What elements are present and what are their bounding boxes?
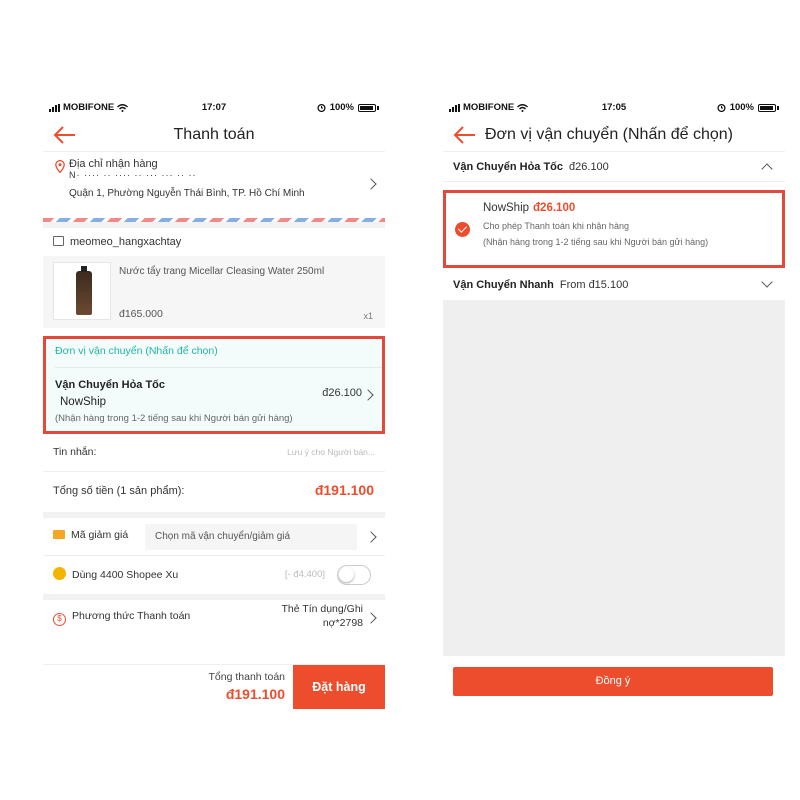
shipping-method: Vận Chuyển Hỏa Tốc xyxy=(55,379,166,391)
chevron-down-icon xyxy=(761,276,773,288)
chevron-right-icon xyxy=(365,612,377,624)
order-total-row: Tổng số tiền (1 sản phẩm): đ191.100 xyxy=(43,472,385,512)
payment-value-line2: nợ*2798 xyxy=(322,617,363,629)
chevron-up-icon xyxy=(761,163,773,175)
fast-shipping-price: From đ15.100 xyxy=(559,279,629,291)
alarm-icon xyxy=(317,103,326,112)
address-label: Địa chỉ nhận hàng xyxy=(69,158,158,170)
status-bar: MOBIFONE 17:05 100% xyxy=(443,96,785,118)
payment-value: Thẻ Tín dụng/Ghi nợ*2798 xyxy=(281,602,363,630)
place-order-button[interactable]: Đặt hàng xyxy=(293,665,385,709)
shipping-picker-screen: MOBIFONE 17:05 100% Đơn vị vận chuyển (N… xyxy=(443,96,785,710)
fast-shipping-group[interactable]: Vận Chuyển Nhanh From đ15.100 xyxy=(443,268,785,302)
payment-method-row[interactable]: $ Phương thức Thanh toán Thẻ Tín dụng/Ghi… xyxy=(43,600,385,636)
alarm-icon xyxy=(717,103,726,112)
nowship-delivery-note: (Nhận hàng trong 1-2 tiếng sau khi Người… xyxy=(483,237,709,247)
express-shipping-group[interactable]: Vận Chuyển Hỏa Tốc đ26.100 xyxy=(443,152,785,182)
payment-icon: $ xyxy=(53,613,66,626)
shipping-carrier: NowShip xyxy=(60,396,107,408)
page-title: Thanh toán xyxy=(173,126,255,143)
battery-icon xyxy=(358,103,376,112)
shop-row: meomeo_hangxachtay xyxy=(43,228,385,256)
express-shipping-price: đ26.100 xyxy=(569,161,609,173)
checkout-screen: MOBIFONE 17:07 100% Thanh toán Địa chỉ n… xyxy=(43,96,385,709)
battery-percent: 100% xyxy=(329,102,354,113)
address-masked: N· ···· ·· ···· ·· ··· ··· ·· ·· xyxy=(69,170,197,180)
agree-button[interactable]: Đồng ý xyxy=(453,667,773,696)
check-icon xyxy=(455,222,470,237)
address-street: Quận 1, Phường Nguyễn Thái Bình, TP. Hồ … xyxy=(69,188,305,199)
nav-bar: Thanh toán xyxy=(43,118,385,152)
location-pin-icon xyxy=(55,160,65,173)
nowship-option[interactable]: NowShip đ26.100 Cho phép Thanh toán khi n… xyxy=(443,190,785,268)
express-shipping-name: Vận Chuyển Hỏa Tốc xyxy=(453,161,564,173)
shipping-selector[interactable]: Đơn vị vận chuyển (Nhấn để chọn) Vận Chu… xyxy=(43,336,385,434)
voucher-row[interactable]: Mã giảm giá Chọn mã vận chuyển/giảm giá xyxy=(43,518,385,556)
back-arrow-icon[interactable] xyxy=(451,123,479,147)
coin-value: [- đ4.400] xyxy=(284,569,325,580)
shop-name: meomeo_hangxachtay xyxy=(70,236,182,248)
chevron-right-icon xyxy=(362,389,374,401)
order-total-label: Tổng số tiền (1 sản phẩm): xyxy=(53,485,185,497)
voucher-label: Mã giảm giá xyxy=(71,529,129,541)
product-image xyxy=(53,262,111,320)
voucher-icon xyxy=(53,530,65,539)
message-row[interactable]: Tin nhắn: Lưu ý cho Người bán... xyxy=(43,434,385,472)
empty-area xyxy=(443,300,785,656)
page-title: Đơn vị vận chuyển (Nhấn để chọn) xyxy=(485,126,733,143)
payment-value-line1: Thẻ Tín dụng/Ghi xyxy=(281,603,363,615)
store-icon xyxy=(53,236,64,246)
message-label: Tin nhắn: xyxy=(53,446,97,458)
product-item[interactable]: Nước tẩy trang Micellar Cleasing Water 2… xyxy=(43,256,385,328)
product-name: Nước tẩy trang Micellar Cleasing Water 2… xyxy=(119,266,325,277)
nowship-cod-note: Cho phép Thanh toán khi nhận hàng xyxy=(483,221,629,231)
shipping-price: đ26.100 xyxy=(322,387,362,399)
product-quantity: x1 xyxy=(363,311,373,321)
chevron-right-icon xyxy=(365,531,377,543)
coin-label: Dùng 4400 Shopee Xu xyxy=(72,569,179,581)
voucher-input[interactable]: Chọn mã vận chuyển/giảm giá xyxy=(145,524,357,550)
battery-icon xyxy=(758,103,776,112)
coin-row: Dùng 4400 Shopee Xu [- đ4.400] xyxy=(43,556,385,594)
nowship-name: NowShip xyxy=(483,202,530,214)
shipping-hint: Đơn vị vận chuyển (Nhấn để chọn) xyxy=(55,345,218,357)
fast-shipping-name: Vận Chuyển Nhanh xyxy=(453,279,554,291)
coin-icon xyxy=(53,567,66,580)
message-input[interactable]: Lưu ý cho Người bán... xyxy=(287,447,375,457)
status-bar: MOBIFONE 17:07 100% xyxy=(43,96,385,118)
checkout-bottom-bar: Tổng thanh toán đ191.100 Đặt hàng xyxy=(43,664,385,709)
grand-total-label: Tổng thanh toán xyxy=(208,671,285,683)
order-total-value: đ191.100 xyxy=(314,482,374,498)
coin-toggle[interactable] xyxy=(337,565,371,585)
product-price: đ165.000 xyxy=(119,308,163,320)
battery-percent: 100% xyxy=(729,102,754,113)
shipping-note: (Nhận hàng trong 1-2 tiếng sau khi Người… xyxy=(55,413,293,424)
address-section[interactable]: Địa chỉ nhận hàng N· ···· ·· ···· ·· ···… xyxy=(43,152,385,218)
nav-bar: Đơn vị vận chuyển (Nhấn để chọn) xyxy=(443,118,785,152)
grand-total-value: đ191.100 xyxy=(225,686,285,702)
nowship-price: đ26.100 xyxy=(533,202,576,214)
payment-label: Phương thức Thanh toán xyxy=(72,610,191,622)
